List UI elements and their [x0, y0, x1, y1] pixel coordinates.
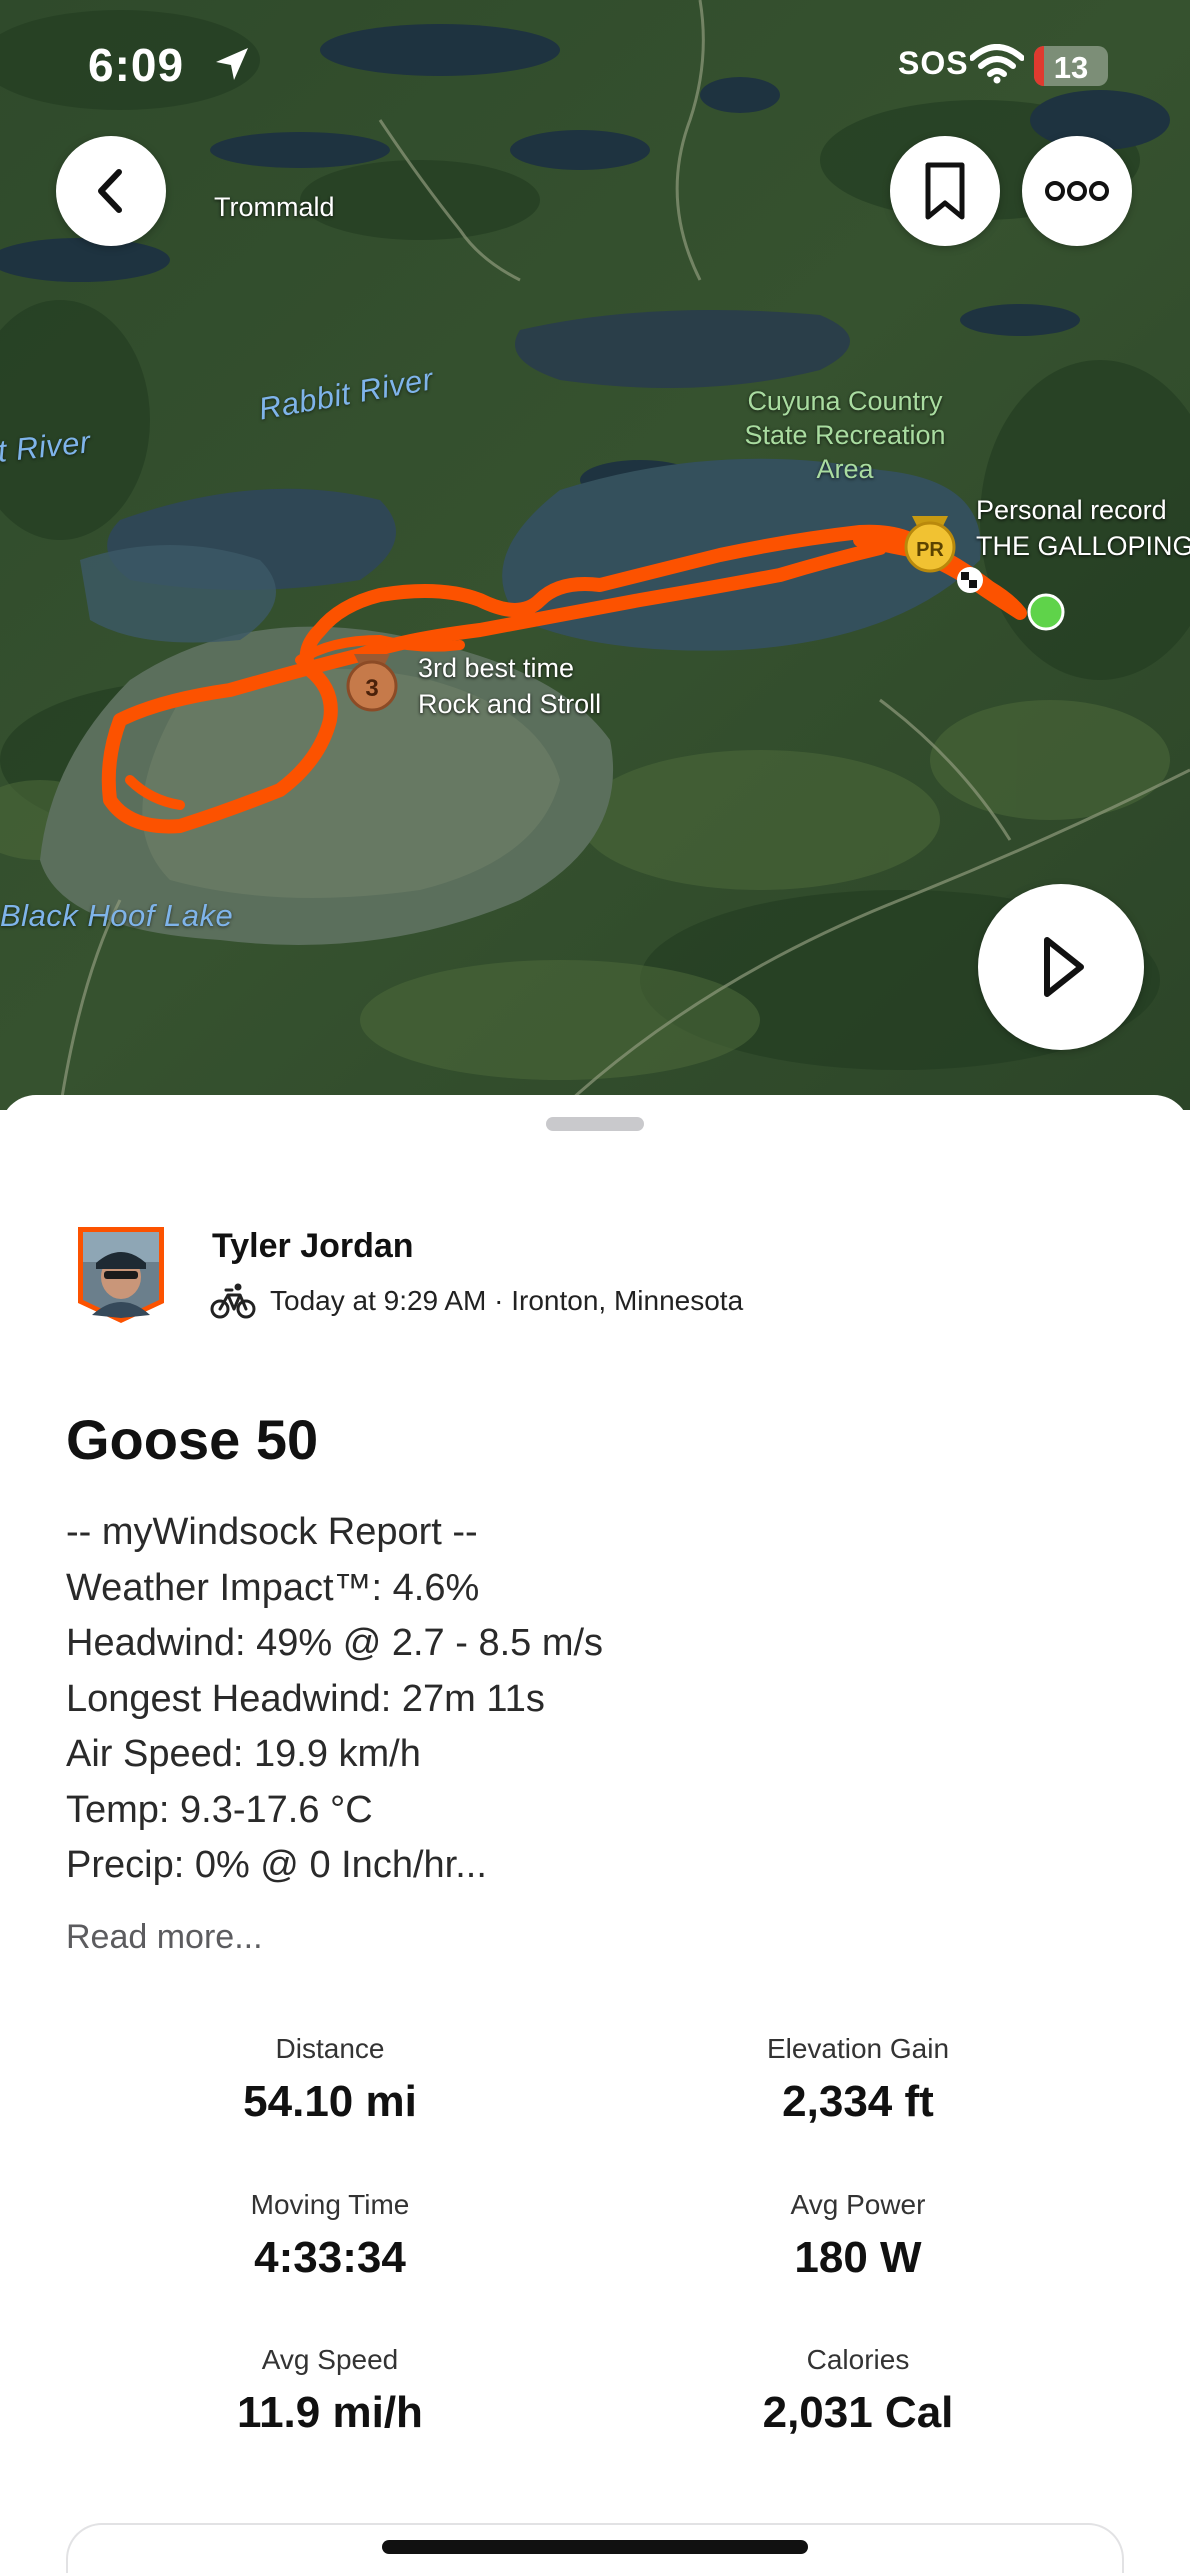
stat-value: 4:33:34: [254, 2233, 406, 2282]
stat-label: Elevation Gain: [766, 2033, 950, 2064]
svg-text:PR: PR: [916, 539, 944, 561]
stat-moving-time: Moving Time 4:33:34: [130, 2189, 530, 2283]
description-line: Longest Headwind: 27m 11s: [66, 1677, 545, 1720]
activity-meta-text: Today at 9:29 AM · Ironton, Minnesota: [270, 1285, 744, 1316]
stat-value: 54.10 mi: [243, 2077, 417, 2126]
bookmark-button[interactable]: [890, 136, 1000, 246]
status-time: 6:09: [88, 39, 185, 91]
stat-value: 11.9 mi/h: [237, 2388, 423, 2437]
stat-label: Calories: [806, 2344, 910, 2375]
stat-value: 2,031 Cal: [762, 2388, 954, 2437]
stat-avg-power: Avg Power 180 W: [658, 2189, 1058, 2283]
more-options-button[interactable]: [1022, 136, 1132, 246]
description-line: Air Speed: 19.9 km/h: [66, 1733, 421, 1775]
activity-sheet[interactable]: Tyler Jordan Today at 9:29 AM · Ironton,…: [0, 1095, 1190, 2573]
route-map[interactable]: PR 3 Trommald Rabbit River t River Cuyun…: [0, 0, 1190, 1110]
battery-indicator: 13: [1034, 46, 1108, 86]
wifi-icon: [970, 44, 1024, 84]
back-icon: [98, 169, 122, 213]
stat-label: Avg Speed: [261, 2344, 399, 2375]
athlete-name[interactable]: Tyler Jordan: [212, 1227, 414, 1266]
start-marker: [1027, 593, 1065, 631]
svg-text:3: 3: [365, 675, 378, 702]
back-button[interactable]: [56, 136, 166, 246]
description-line: Precip: 0% @ 0 Inch/hr...: [66, 1844, 487, 1886]
stat-calories: Calories 2,031 Cal: [658, 2344, 1058, 2438]
description-line: Weather Impact™: 4.6%: [66, 1566, 480, 1609]
stat-label: Distance: [275, 2033, 385, 2064]
stat-elevation-gain: Elevation Gain 2,334 ft: [658, 2033, 1058, 2127]
play-flyover-button[interactable]: [978, 884, 1144, 1050]
read-more-link[interactable]: Read more...: [66, 1918, 263, 1957]
home-indicator[interactable]: [382, 2540, 808, 2554]
avatar[interactable]: [74, 1223, 168, 1327]
status-sos: SOS: [898, 45, 969, 81]
map-label-park: Cuyuna Country State Recreation Area: [744, 386, 946, 484]
segment-label-third[interactable]: 3rd best time Rock and Stroll: [418, 650, 601, 722]
description-line: -- myWindsock Report --: [66, 1511, 478, 1553]
stat-avg-speed: Avg Speed 11.9 mi/h: [130, 2344, 530, 2438]
activity-title: Goose 50: [66, 1408, 319, 1471]
map-label-lake: Black Hoof Lake: [0, 898, 234, 933]
segment-label-pr[interactable]: Personal record THE GALLOPING: [976, 492, 1190, 564]
location-arrow-icon: [216, 48, 248, 80]
stat-value: 2,334 ft: [782, 2077, 934, 2126]
sheet-handle[interactable]: [546, 1117, 644, 1131]
play-icon: [1044, 937, 1084, 997]
activity-description: -- myWindsock Report -- Weather Impact™:…: [66, 1505, 603, 1894]
bike-icon: [210, 1283, 256, 1319]
activity-meta: Today at 9:29 AM · Ironton, Minnesota: [210, 1281, 743, 1321]
stat-label: Moving Time: [250, 2189, 410, 2220]
stat-distance: Distance 54.10 mi: [130, 2033, 530, 2127]
more-icon: [1045, 181, 1109, 201]
description-line: Temp: 9.3-17.6 °C: [66, 1788, 373, 1831]
map-label-town: Trommald: [214, 192, 335, 222]
bookmark-icon: [925, 162, 965, 220]
description-line: Headwind: 49% @ 2.7 - 8.5 m/s: [66, 1622, 604, 1664]
stat-label: Avg Power: [790, 2189, 926, 2220]
stat-value: 180 W: [794, 2233, 922, 2282]
